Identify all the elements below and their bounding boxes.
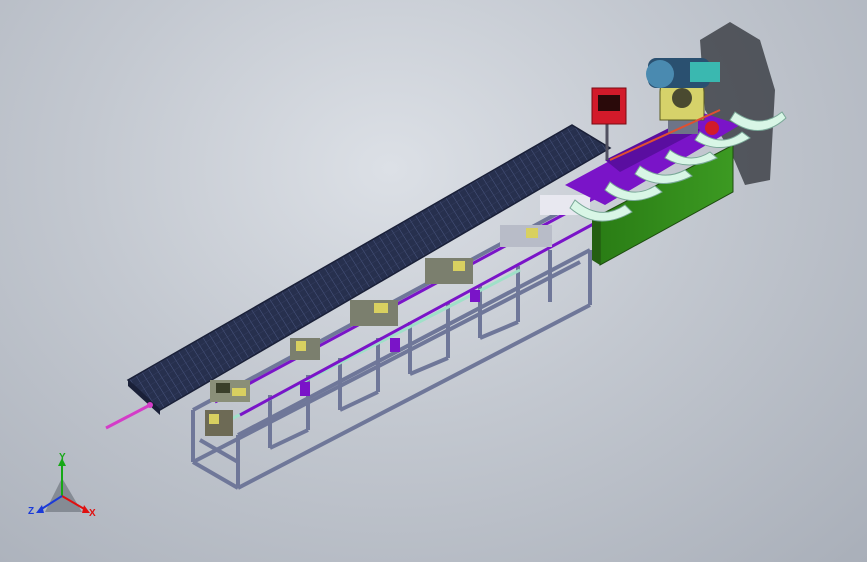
axis-x-label: X (89, 508, 96, 519)
assembly-model[interactable]: Y Z X (0, 0, 867, 562)
cad-3d-viewport[interactable]: Y Z X (0, 0, 867, 562)
coordinate-triad: Y Z X (28, 452, 96, 519)
axis-z-label: Z (28, 506, 34, 517)
feed-rod (105, 403, 151, 430)
axis-y-label: Y (59, 452, 66, 463)
